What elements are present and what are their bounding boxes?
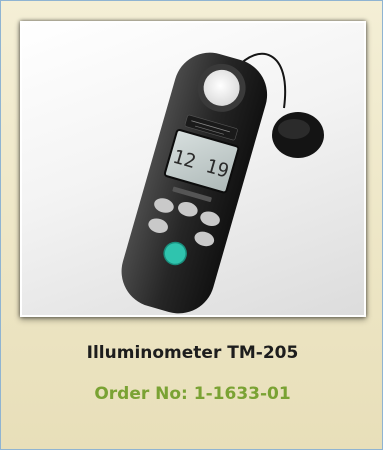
product-title: Illuminometer TM-205 bbox=[86, 343, 299, 363]
product-card: 12 19 Illuminometer TM-205 Order No: 1-1… bbox=[0, 0, 383, 450]
order-number: Order No: 1-1633-01 bbox=[94, 384, 291, 404]
illuminometer-device-photo: 12 19 bbox=[121, 52, 324, 314]
meter-body: 12 19 bbox=[121, 52, 268, 314]
product-image[interactable]: 12 19 bbox=[20, 21, 366, 317]
sensor-disc-icon bbox=[272, 112, 324, 158]
